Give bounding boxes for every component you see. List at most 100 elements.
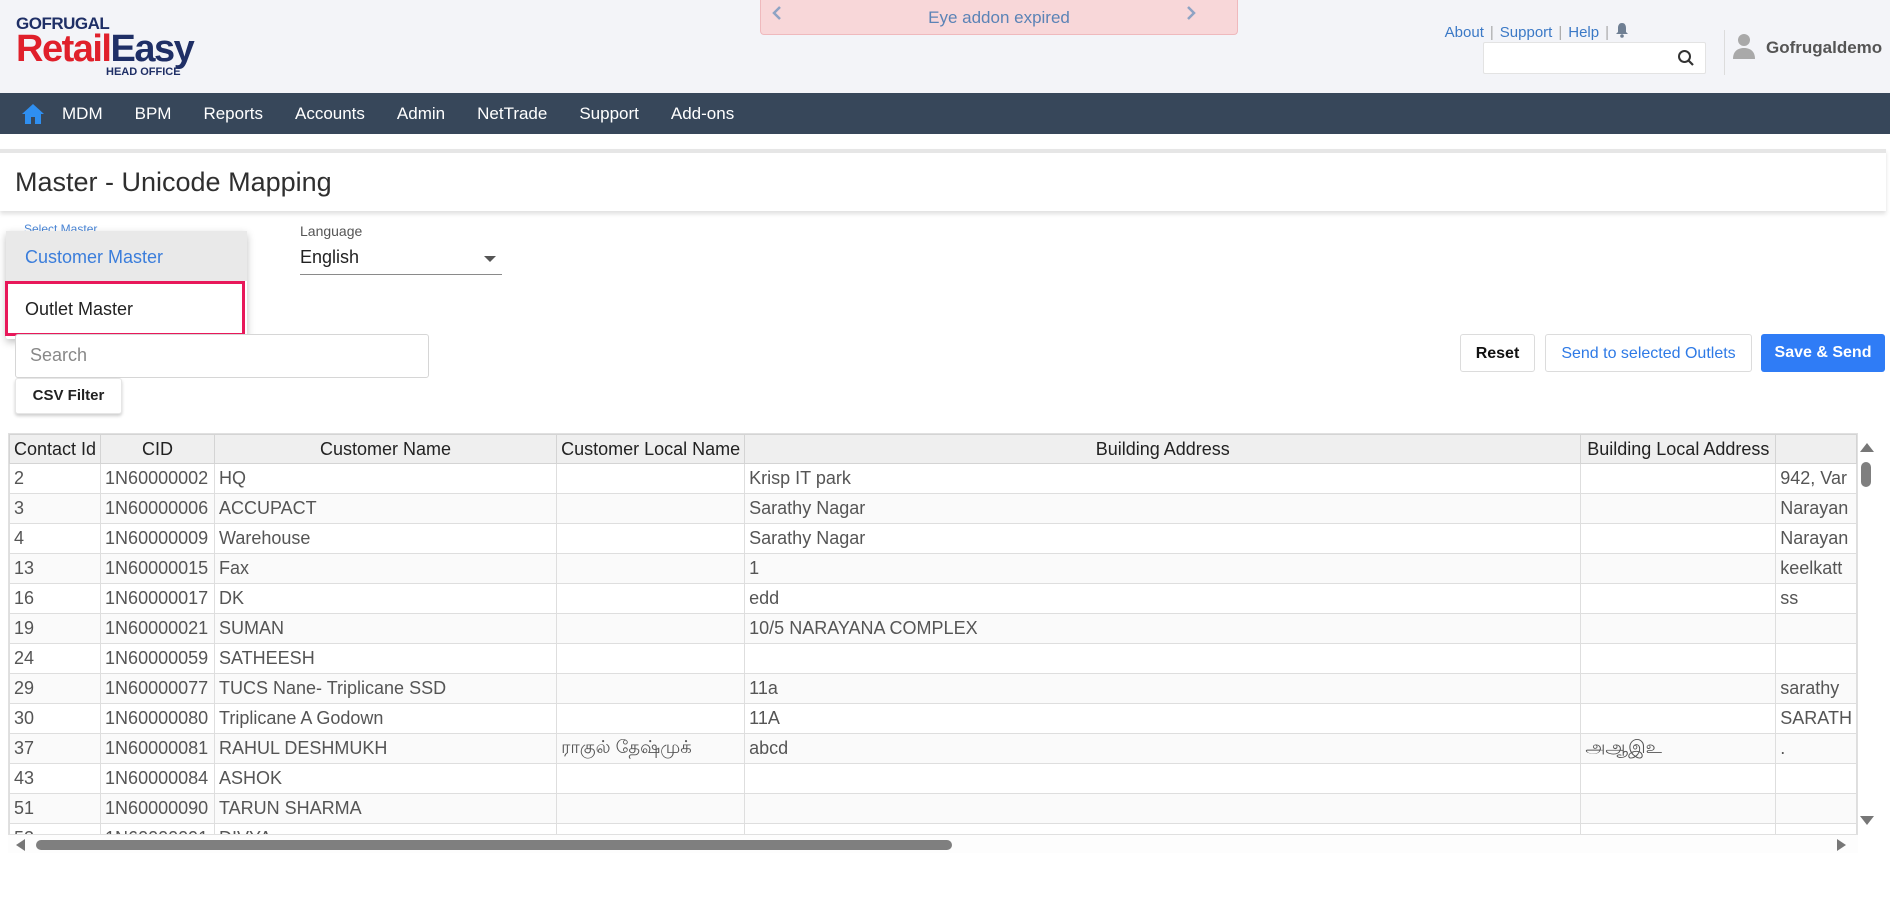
column-header[interactable]: CID	[100, 434, 215, 464]
table-cell[interactable]: DIVYA	[213, 823, 558, 834]
table-cell[interactable]: 1N60000017	[100, 583, 215, 614]
table-cell[interactable]: 11a	[744, 673, 1582, 704]
table-row[interactable]: 16 1N60000017 DK edd ss	[9, 583, 1857, 614]
table-cell[interactable]: Narayan	[1775, 523, 1857, 554]
app-logo[interactable]: GOFRUGAL RetailEasy HEAD OFFICE	[16, 14, 195, 78]
table-cell[interactable]: ராகுல் தேஷ்முக்	[556, 733, 746, 764]
table-cell[interactable]: 52	[9, 823, 102, 834]
column-header[interactable]: Building Address	[744, 434, 1582, 464]
table-cell[interactable]: RAHUL DESHMUKH	[213, 733, 558, 764]
table-row[interactable]: 4 1N60000009 Warehouse Sarathy Nagar Narayan	[9, 523, 1857, 554]
table-cell[interactable]: 1N60000002	[100, 463, 215, 494]
column-header[interactable]: Contact Id	[9, 434, 102, 464]
table-cell[interactable]: SATHEESH	[213, 643, 558, 674]
table-cell[interactable]	[1580, 673, 1777, 704]
reset-button[interactable]: Reset	[1460, 334, 1535, 372]
table-cell[interactable]	[556, 793, 746, 824]
table-cell[interactable]: 51	[9, 793, 102, 824]
horizontal-scrollbar[interactable]	[8, 835, 1858, 853]
header-search-input[interactable]	[1483, 42, 1706, 74]
scroll-up-icon[interactable]	[1860, 443, 1874, 452]
language-select[interactable]: English	[300, 242, 502, 275]
table-cell[interactable]: Fax	[213, 553, 558, 584]
column-header[interactable]	[1775, 434, 1857, 464]
table-cell[interactable]: sarathy	[1775, 673, 1857, 704]
table-cell[interactable]	[744, 793, 1582, 824]
nav-item-reports[interactable]: Reports	[187, 93, 279, 134]
table-cell[interactable]: 1N60000090	[100, 793, 215, 824]
table-cell[interactable]: 1N60000006	[100, 493, 215, 524]
table-cell[interactable]	[1580, 583, 1777, 614]
table-cell[interactable]: 37	[9, 733, 102, 764]
table-cell[interactable]	[556, 493, 746, 524]
scroll-down-icon[interactable]	[1860, 816, 1874, 825]
table-cell[interactable]: 3	[9, 493, 102, 524]
table-cell[interactable]: 1N60000091	[100, 823, 215, 834]
table-cell[interactable]: edd	[744, 583, 1582, 614]
table-cell[interactable]	[1580, 703, 1777, 734]
table-cell[interactable]: 1N60000015	[100, 553, 215, 584]
table-cell[interactable]	[556, 613, 746, 644]
table-row[interactable]: 29 1N60000077 TUCS Nane- Triplicane SSD 11a…	[9, 673, 1857, 704]
table-row[interactable]: 521N60000091DIVYA	[9, 823, 1857, 834]
table-cell[interactable]	[556, 823, 746, 834]
table-cell[interactable]: Triplicane A Godown	[213, 703, 558, 734]
table-cell[interactable]: 1N60000059	[100, 643, 215, 674]
table-cell[interactable]: keelkatt	[1775, 553, 1857, 584]
table-cell[interactable]	[1580, 613, 1777, 644]
table-cell[interactable]	[744, 643, 1582, 674]
table-cell[interactable]: 29	[9, 673, 102, 704]
table-cell[interactable]	[1580, 463, 1777, 494]
table-cell[interactable]: 1N60000077	[100, 673, 215, 704]
table-row[interactable]: 13 1N60000015 Fax 1 keelkatt	[9, 553, 1857, 584]
send-to-selected-outlets-button[interactable]: Send to selected Outlets	[1545, 334, 1752, 372]
table-row[interactable]: 19 1N60000021 SUMAN 10/5 NARAYANA COMPLEX	[9, 613, 1857, 644]
horizontal-scroll-thumb[interactable]	[36, 840, 952, 850]
table-cell[interactable]: அஆஇஉ	[1580, 733, 1777, 764]
table-cell[interactable]: 1N60000021	[100, 613, 215, 644]
table-search-input[interactable]	[15, 334, 429, 378]
table-cell[interactable]	[1775, 613, 1857, 644]
table-cell[interactable]	[1580, 493, 1777, 524]
table-cell[interactable]	[744, 763, 1582, 794]
table-cell[interactable]: 19	[9, 613, 102, 644]
table-cell[interactable]: ss	[1775, 583, 1857, 614]
nav-item-bpm[interactable]: BPM	[119, 93, 188, 134]
table-cell[interactable]: 11A	[744, 703, 1582, 734]
table-cell[interactable]	[1580, 763, 1777, 794]
table-cell[interactable]: 1N60000080	[100, 703, 215, 734]
table-cell[interactable]: Narayan	[1775, 493, 1857, 524]
table-row[interactable]: 30 1N60000080 Triplicane A Godown 11A SARATH	[9, 703, 1857, 734]
help-link[interactable]: Help	[1568, 24, 1599, 41]
table-cell[interactable]: 43	[9, 763, 102, 794]
dropdown-option-customer-master[interactable]: Customer Master	[6, 231, 247, 281]
table-cell[interactable]: 1N60000081	[100, 733, 215, 764]
table-cell[interactable]: SUMAN	[213, 613, 558, 644]
table-cell[interactable]: Sarathy Nagar	[744, 493, 1582, 524]
table-cell[interactable]: .	[1775, 733, 1857, 764]
column-header[interactable]: Customer Name	[213, 434, 558, 464]
table-cell[interactable]	[1775, 793, 1857, 824]
vertical-scroll-thumb[interactable]	[1861, 462, 1871, 487]
table-cell[interactable]	[1580, 823, 1777, 834]
table-cell[interactable]: 24	[9, 643, 102, 674]
table-cell[interactable]: Warehouse	[213, 523, 558, 554]
table-cell[interactable]: DK	[213, 583, 558, 614]
table-row[interactable]: 37 1N60000081 RAHUL DESHMUKH ராகுல் தேஷ்முக…	[9, 733, 1857, 764]
table-cell[interactable]	[744, 823, 1582, 834]
table-cell[interactable]	[1775, 763, 1857, 794]
user-menu[interactable]: Gofrugaldemo	[1732, 33, 1882, 63]
table-cell[interactable]: 30	[9, 703, 102, 734]
nav-item-nettrade[interactable]: NetTrade	[461, 93, 563, 134]
table-row[interactable]: 3 1N60000006 ACCUPACT Sarathy Nagar Narayan	[9, 493, 1857, 524]
search-icon[interactable]	[1677, 49, 1695, 72]
vertical-scrollbar[interactable]	[1858, 433, 1876, 835]
nav-item-addons[interactable]: Add-ons	[655, 93, 750, 134]
table-cell[interactable]: SARATH	[1775, 703, 1857, 734]
chevron-right-icon[interactable]	[1185, 5, 1197, 26]
table-cell[interactable]: 1N60000009	[100, 523, 215, 554]
search-input[interactable]	[28, 335, 412, 375]
save-and-send-button[interactable]: Save & Send	[1761, 334, 1885, 372]
table-cell[interactable]	[1580, 523, 1777, 554]
table-cell[interactable]	[556, 553, 746, 584]
